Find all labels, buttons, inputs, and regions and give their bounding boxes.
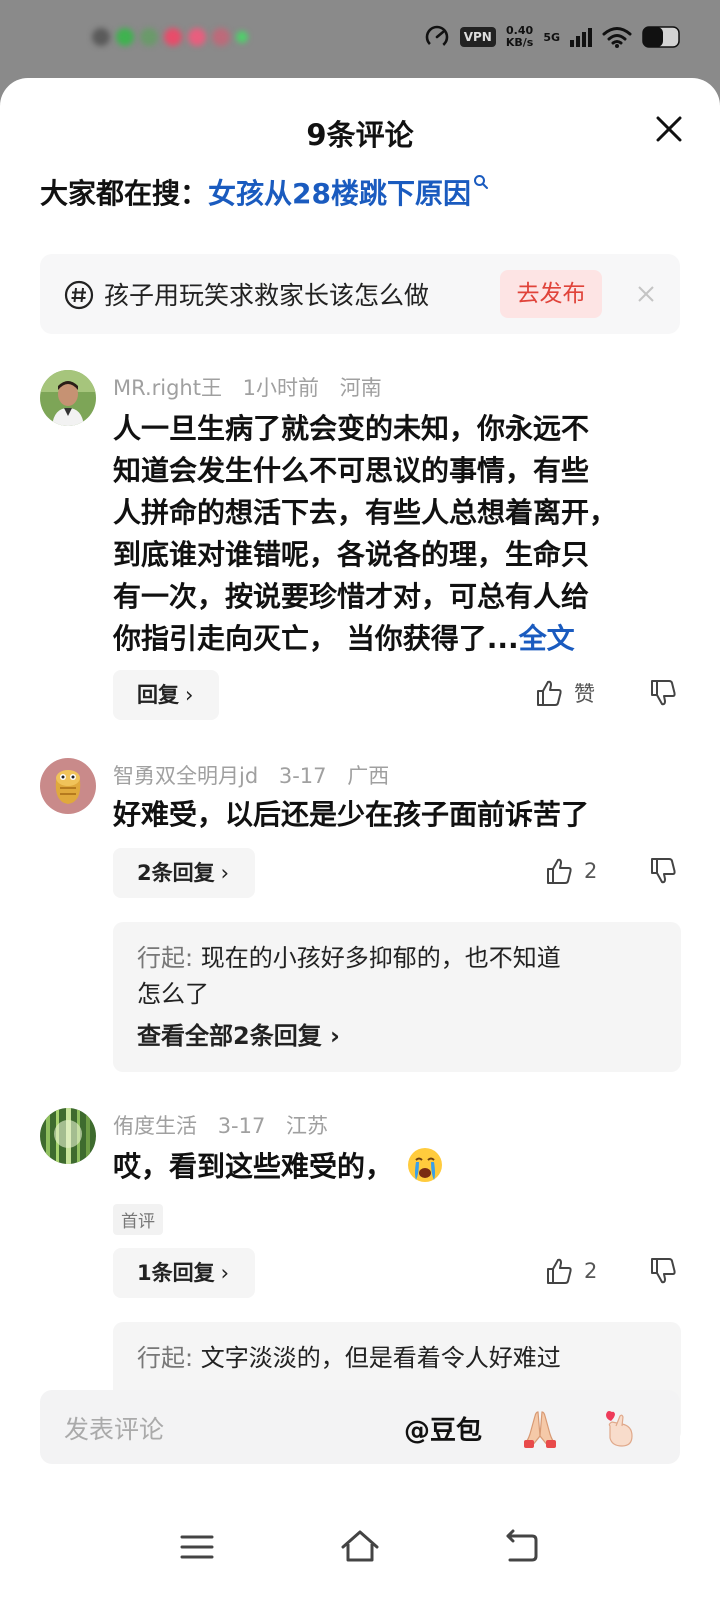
mention-doubao-button[interactable]: @豆包 [404, 1410, 482, 1447]
thumbs-up-icon [537, 680, 562, 706]
topic-card[interactable]: 孩子用玩笑求救家长该怎么做 去发布 [40, 254, 680, 334]
sub-reply-text: 行起: 文字淡淡的，但是看着令人好难过 [137, 1344, 561, 1372]
hot-search-query[interactable]: 女孩从28楼跳下原因 [208, 177, 471, 210]
comment-input-placeholder[interactable]: 发表评论 [64, 1410, 164, 1446]
thumbs-down-icon[interactable] [648, 678, 678, 708]
network-speed: 0.40 KB/s [505, 24, 534, 49]
comment-text: 人一旦生病了就会变的未知，你永远不 知道会发生什么不可思议的事情，有些 人拼命的… [113, 412, 618, 655]
comment-location: 河南 [339, 376, 382, 400]
reply-count-button[interactable]: 1条回复 › [113, 1248, 256, 1298]
folded-hands-emoji[interactable] [518, 1406, 562, 1450]
comment-input-bar[interactable]: 发表评论 @豆包 [40, 1390, 680, 1464]
signal-icon [570, 28, 592, 47]
battery-icon [642, 26, 680, 48]
comment-list: MR.right王 1小时前 河南 人一旦生病了就会变的未知，你永远不 知道会发… [0, 368, 720, 1484]
thumbs-up-icon [547, 1258, 572, 1284]
menu-icon[interactable] [172, 1522, 222, 1572]
sheet-title: 9条评论 [306, 118, 414, 152]
comment-username[interactable]: 侑度生活 [113, 1114, 197, 1138]
sub-reply-box[interactable]: 行起: 现在的小孩好多抑郁的，也不知道 怎么了 查看全部2条回复 › [113, 922, 681, 1072]
avatar[interactable] [40, 370, 96, 426]
comment-time: 3-17 [217, 1114, 266, 1138]
speedometer-icon [425, 25, 449, 49]
view-all-replies-link[interactable]: 查看全部2条回复 › [137, 1018, 657, 1054]
like-button[interactable]: 赞 [534, 678, 595, 708]
comment-meta: 侑度生活 3-17 江苏 [113, 1110, 342, 1140]
system-nav-bar [0, 1498, 720, 1608]
status-indicators: VPN 0.40 KB/s 5G [424, 24, 682, 50]
comment-text: 好难受，以后还是少在孩子面前诉苦了 [113, 798, 590, 831]
home-icon[interactable] [335, 1522, 385, 1572]
comment-location: 广西 [347, 764, 390, 788]
avatar[interactable] [40, 758, 96, 814]
comment-username[interactable]: 智勇双全明月jd [113, 764, 258, 788]
reply-button[interactable]: 回复 › [113, 670, 220, 720]
like-button[interactable]: 2 [544, 856, 597, 886]
reply-count-button[interactable]: 2条回复 › [113, 848, 256, 898]
network-type: 5G [543, 30, 560, 44]
hashtag-icon [64, 280, 94, 310]
crying-face-emoji [407, 1148, 442, 1182]
sub-reply-text: 行起: 现在的小孩好多抑郁的，也不知道 [137, 944, 561, 972]
hot-search[interactable]: 大家都在搜：女孩从28楼跳下原因 [40, 172, 489, 212]
comment-time: 1小时前 [242, 376, 320, 400]
finger-heart-emoji[interactable] [598, 1406, 642, 1450]
back-icon[interactable] [496, 1522, 546, 1572]
full-text-link[interactable]: 全文 [519, 622, 575, 655]
publish-button[interactable]: 去发布 [500, 270, 602, 318]
wifi-icon [602, 27, 632, 48]
comment-username[interactable]: MR.right王 [113, 376, 222, 400]
search-icon [473, 175, 488, 189]
comment-location: 江苏 [286, 1114, 329, 1138]
like-button[interactable]: 2 [544, 1256, 597, 1286]
vpn-badge: VPN [459, 27, 496, 47]
topic-text: 孩子用玩笑求救家长该怎么做 [104, 281, 430, 310]
comment-text: 哎，看到这些难受的， [113, 1144, 673, 1188]
thumbs-down-icon[interactable] [648, 856, 678, 886]
avatar[interactable] [40, 1108, 96, 1164]
comment-meta: 智勇双全明月jd 3-17 广西 [113, 760, 403, 790]
comment-meta: MR.right王 1小时前 河南 [113, 372, 396, 402]
sub-reply-author[interactable]: 行起: [137, 1344, 201, 1372]
hot-search-label: 大家都在搜： [40, 177, 209, 210]
chevron-right-icon: › [185, 683, 194, 707]
thumbs-up-icon [547, 858, 572, 884]
first-comment-badge: 首评 [113, 1204, 163, 1235]
dismiss-topic-icon[interactable] [636, 284, 656, 304]
like-count: 2 [584, 859, 598, 883]
sub-reply-author[interactable]: 行起: [137, 944, 201, 972]
close-icon[interactable] [652, 112, 686, 146]
like-count: 2 [584, 1259, 598, 1283]
comments-sheet: 9条评论 大家都在搜：女孩从28楼跳下原因 孩子用玩笑求救家长该怎么做 去发布 [0, 78, 720, 1608]
chevron-right-icon: › [220, 1261, 230, 1285]
status-bar: VPN 0.40 KB/s 5G [0, 0, 720, 80]
comment-time: 3-17 [278, 764, 327, 788]
chevron-right-icon: › [220, 861, 230, 885]
chevron-right-icon: › [321, 1022, 340, 1050]
thumbs-down-icon[interactable] [648, 1256, 678, 1286]
status-notification-icons [92, 28, 248, 46]
